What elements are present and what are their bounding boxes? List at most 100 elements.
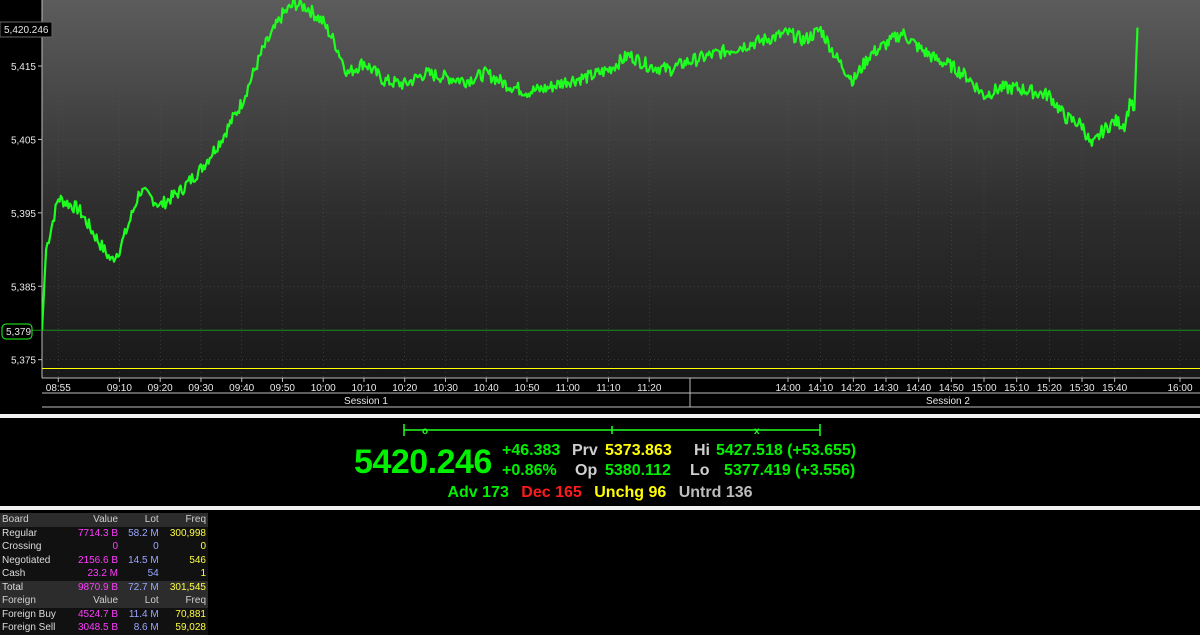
x-tick-label: 15:10 xyxy=(1004,383,1029,394)
row-lot: 8.6 M xyxy=(133,622,159,633)
x-tick-label: 15:00 xyxy=(971,383,996,394)
row-freq: 70,881 xyxy=(175,608,206,620)
row-lot: 0 xyxy=(153,541,159,552)
prev-close-marker: 5,379 xyxy=(1,323,33,340)
low-value: 5377.419 (+3.556) xyxy=(724,462,856,479)
row-label: Cash xyxy=(2,568,26,579)
x-tick-label: 15:30 xyxy=(1069,383,1094,394)
x-tick-label: 09:10 xyxy=(107,383,132,394)
x-tick-label: 11:20 xyxy=(637,383,662,394)
header-foreign: Foreign xyxy=(0,594,69,608)
y-tick-label: 5,375 xyxy=(11,356,36,367)
x-tick-label: 09:50 xyxy=(270,383,295,394)
row-value: 3048.5 B xyxy=(77,622,119,633)
advances-count: Adv 173 xyxy=(447,484,509,501)
x-tick-label: 14:30 xyxy=(873,383,898,394)
x-tick-label: 09:30 xyxy=(188,383,213,394)
row-lot: 54 xyxy=(147,568,159,579)
open-value: 5380.112 xyxy=(605,462,671,479)
last-value-marker: 5,420.246 xyxy=(0,21,53,38)
y-axis-ticks: 5,375 5,385 5,395 5,405 5,415 xyxy=(11,62,42,367)
x-tick-label: 08:55 xyxy=(46,383,71,394)
x-tick-label: 10:00 xyxy=(311,383,336,394)
table-row: Crossing 0 0 0 xyxy=(0,540,208,554)
svg-text:x: x xyxy=(754,426,760,437)
table-row: Regular 7714.3 B 58.2 M 300,998 xyxy=(0,527,208,541)
x-tick-label: 14:20 xyxy=(841,383,866,394)
row-label: Crossing xyxy=(2,541,42,552)
table-row: Cash 23.2 M 54 1 xyxy=(0,567,208,581)
last-value-label: 5,420.246 xyxy=(4,25,49,36)
row-lot: 58.2 M xyxy=(128,527,159,539)
row-value: 0 xyxy=(112,541,119,552)
row-value: 7714.3 B xyxy=(77,527,119,539)
x-tick-label: 11:10 xyxy=(596,383,621,394)
header-lot: Lot xyxy=(120,513,161,527)
x-tick-label: 11:00 xyxy=(556,383,581,394)
table-row: Foreign Buy 4524.7 B 11.4 M 70,881 xyxy=(0,608,208,622)
y-tick-label: 5,395 xyxy=(11,209,36,220)
header-freq: Freq xyxy=(160,594,208,608)
row-freq: 300,998 xyxy=(169,527,206,539)
row-lot: 11.4 M xyxy=(128,608,159,620)
prev-label: Prv xyxy=(572,442,598,459)
prev-close-label: 5,379 xyxy=(6,327,31,338)
x-tick-label: 14:10 xyxy=(808,383,833,394)
row-label: Foreign Buy xyxy=(2,608,56,620)
foreign-header-row: Foreign Value Lot Freq xyxy=(0,594,208,608)
session-1-label: Session 1 xyxy=(344,396,388,407)
x-tick-label: 10:20 xyxy=(392,383,417,394)
svg-text:o: o xyxy=(422,426,428,437)
x-tick-label: 10:50 xyxy=(514,383,539,394)
row-freq: 0 xyxy=(200,541,206,552)
row-label: Total xyxy=(0,580,69,594)
separator-top xyxy=(0,414,1200,418)
x-tick-label: 14:00 xyxy=(775,383,800,394)
header-board: Board xyxy=(0,513,69,527)
row-label: Foreign Sell xyxy=(2,622,56,633)
y-tick-label: 5,385 xyxy=(11,282,36,293)
table-row: Foreign Sell 3048.5 B 8.6 M 59,028 xyxy=(0,621,208,635)
x-tick-label: 10:10 xyxy=(351,383,376,394)
session-2-label: Session 2 xyxy=(926,396,970,407)
header-lot: Lot xyxy=(120,594,161,608)
y-tick-label: 5,415 xyxy=(11,62,36,73)
x-tick-label: 15:20 xyxy=(1037,383,1062,394)
row-value: 9870.9 B xyxy=(68,580,121,594)
row-lot: 72.7 M xyxy=(120,580,161,594)
x-tick-label: 09:40 xyxy=(229,383,254,394)
open-label: Op xyxy=(575,462,598,479)
board-header-row: Board Value Lot Freq xyxy=(0,513,208,527)
market-breadth: Adv 173 Dec 165 Unchg 96 Untrd 136 xyxy=(0,484,1200,504)
separator-bottom xyxy=(0,506,1200,510)
row-value: 23.2 M xyxy=(87,568,119,579)
low-label: Lo xyxy=(690,462,710,479)
row-freq: 301,545 xyxy=(160,580,208,594)
header-value: Value xyxy=(68,513,121,527)
untraded-count: Untrd 136 xyxy=(678,484,753,501)
x-tick-label: 10:40 xyxy=(474,383,499,394)
board-summary-table: Board Value Lot Freq Regular 7714.3 B 58… xyxy=(0,513,208,635)
row-label: Negotiated xyxy=(2,554,51,566)
x-tick-label: 14:50 xyxy=(939,383,964,394)
row-value: 4524.7 B xyxy=(77,608,119,620)
x-tick-label: 16:00 xyxy=(1167,383,1192,394)
header-value: Value xyxy=(68,594,121,608)
row-freq: 546 xyxy=(189,554,206,566)
change-value: +46.383 xyxy=(502,442,561,459)
prev-value: 5373.863 xyxy=(605,442,672,459)
declines-count: Dec 165 xyxy=(521,484,582,501)
intraday-chart: 5,375 5,385 5,395 5,405 5,415 08:55 09:10 09:2… xyxy=(0,0,1200,408)
x-axis-ticks: 08:55 09:10 09:20 09:30 09:40 09:50 10:00 10:10… xyxy=(46,378,1193,394)
row-label: Regular xyxy=(2,527,38,539)
row-lot: 14.5 M xyxy=(128,554,159,566)
row-freq: 1 xyxy=(200,568,206,579)
x-tick-label: 15:40 xyxy=(1102,383,1127,394)
change-percent: +0.86% xyxy=(502,462,557,479)
x-tick-label: 09:20 xyxy=(148,383,173,394)
header-freq: Freq xyxy=(160,513,208,527)
x-tick-label: 14:40 xyxy=(906,383,931,394)
x-tick-label: 10:30 xyxy=(433,383,458,394)
table-row: Negotiated 2156.6 B 14.5 M 546 xyxy=(0,554,208,568)
y-tick-label: 5,405 xyxy=(11,135,36,146)
